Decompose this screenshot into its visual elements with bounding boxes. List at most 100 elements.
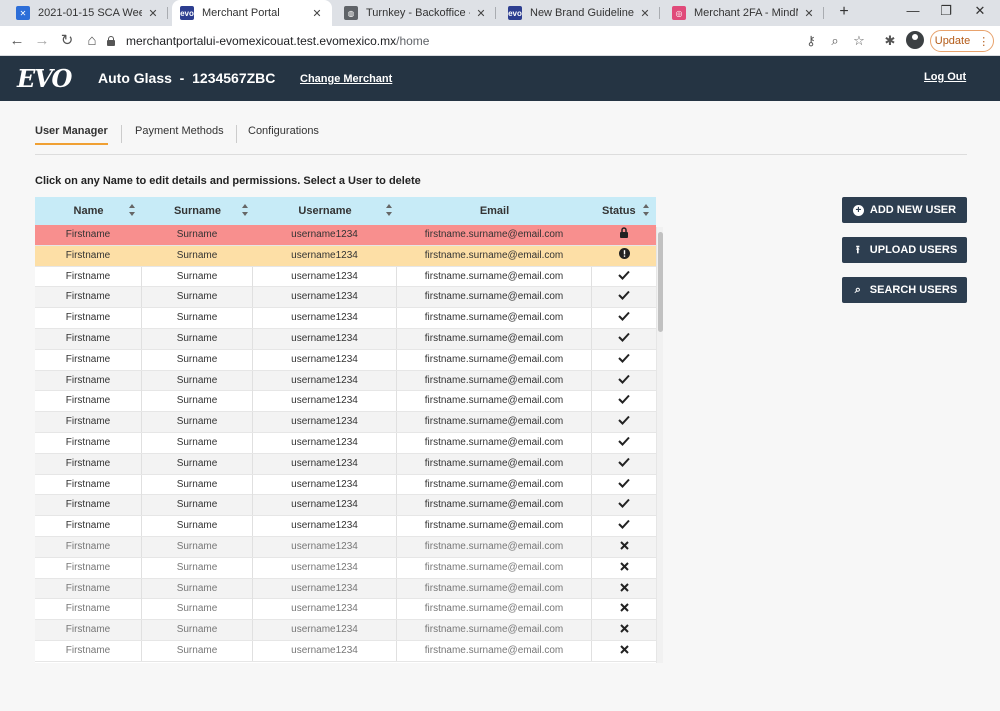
maximize-icon[interactable]: ❐: [936, 3, 956, 19]
name-cell[interactable]: Firstname: [35, 620, 142, 641]
browser-tab[interactable]: ◎ Merchant 2FA - MindMeiste ✕: [664, 0, 824, 26]
surname-cell: Surname: [142, 370, 253, 391]
browser-tab[interactable]: evo Merchant Portal ✕: [172, 0, 332, 26]
table-row[interactable]: Firstname Surname username1234 firstname.su…: [35, 578, 656, 600]
table-row[interactable]: Firstname Surname username1234 firstname.su…: [35, 474, 656, 496]
url-path: /home: [396, 34, 430, 48]
sort-icon[interactable]: [129, 204, 135, 218]
table-row[interactable]: Firstname Surname username1234 firstname.su…: [35, 641, 656, 662]
status-cell: [592, 350, 656, 370]
tab-title: 2021-01-15 SCA Weekly Me: [38, 7, 142, 19]
table-row[interactable]: Firstname Surname username1234 firstname.su…: [35, 349, 656, 371]
new-tab-button[interactable]: +: [835, 3, 853, 21]
name-cell[interactable]: Firstname: [35, 578, 142, 599]
logout-link[interactable]: Log Out: [924, 71, 966, 83]
table-row[interactable]: Firstname Surname username1234 firstname.su…: [35, 537, 656, 558]
name-cell[interactable]: Firstname: [35, 287, 142, 308]
name-cell[interactable]: Firstname: [35, 495, 142, 516]
name-cell[interactable]: Firstname: [35, 557, 142, 578]
table-row[interactable]: Firstname Surname username1234 firstname.su…: [35, 370, 656, 392]
surname-cell: Surname: [142, 537, 253, 557]
extensions-icon[interactable]: ✱: [882, 33, 898, 49]
table-row[interactable]: Firstname Surname username1234 firstname.su…: [35, 557, 656, 579]
tab-close-icon[interactable]: ✕: [474, 7, 488, 20]
minimize-icon[interactable]: —: [903, 3, 923, 18]
name-cell[interactable]: Firstname: [35, 599, 142, 620]
column-header-name[interactable]: Name: [35, 197, 142, 225]
change-merchant-link[interactable]: Change Merchant: [300, 73, 392, 85]
name-cell[interactable]: Firstname: [35, 266, 142, 287]
forward-icon[interactable]: →: [33, 32, 51, 50]
table-row[interactable]: Firstname Surname username1234 firstname.su…: [35, 516, 656, 537]
search-users-button[interactable]: ⌕ SEARCH USERS: [842, 277, 967, 303]
tab-close-icon[interactable]: ✕: [146, 7, 160, 20]
tab-payment-methods[interactable]: Payment Methods: [135, 125, 224, 143]
tab-configurations[interactable]: Configurations: [248, 125, 319, 143]
window-close-icon[interactable]: ✕: [970, 3, 990, 19]
key-icon[interactable]: ⚷: [803, 33, 819, 49]
tab-close-icon[interactable]: ✕: [638, 7, 652, 20]
name-cell[interactable]: Firstname: [35, 391, 142, 412]
table-row[interactable]: Firstname Surname username1234 firstname.su…: [35, 495, 656, 517]
name-cell[interactable]: Firstname: [35, 412, 142, 433]
name-cell[interactable]: Firstname: [35, 453, 142, 474]
tab-separator: [167, 7, 168, 19]
table-row[interactable]: Firstname Surname username1234 firstname.su…: [35, 308, 656, 329]
name-cell[interactable]: Firstname: [35, 433, 142, 453]
name-cell[interactable]: Firstname: [35, 225, 142, 245]
sort-icon[interactable]: [242, 204, 248, 218]
table-row[interactable]: Firstname Surname username1234 firstname.su…: [35, 391, 656, 413]
update-button[interactable]: Update ⋮: [930, 30, 994, 52]
table-row[interactable]: Firstname Surname username1234 firstname.su…: [35, 245, 656, 267]
sort-icon[interactable]: [643, 204, 649, 218]
tab-close-icon[interactable]: ✕: [802, 7, 816, 20]
name-cell[interactable]: Firstname: [35, 537, 142, 557]
email-cell: firstname.surname@email.com: [397, 287, 592, 308]
home-icon[interactable]: ⌂: [83, 32, 101, 50]
table-row[interactable]: Firstname Surname username1234 firstname.su…: [35, 225, 656, 246]
browser-tab[interactable]: evo New Brand Guidelines ✕: [500, 0, 660, 26]
username-cell: username1234: [253, 412, 397, 433]
name-cell[interactable]: Firstname: [35, 308, 142, 329]
back-icon[interactable]: ←: [8, 32, 26, 50]
table-row[interactable]: Firstname Surname username1234 firstname.su…: [35, 412, 656, 433]
scrollbar-thumb[interactable]: [658, 232, 663, 332]
email-cell: firstname.surname@email.com: [397, 557, 592, 578]
tab-close-icon[interactable]: ✕: [310, 7, 324, 20]
name-cell[interactable]: Firstname: [35, 349, 142, 370]
status-cell: [592, 599, 656, 619]
upload-users-button[interactable]: ⭱ UPLOAD USERS: [842, 237, 967, 263]
name-cell[interactable]: Firstname: [35, 516, 142, 537]
profile-avatar[interactable]: [906, 31, 924, 49]
omnibox[interactable]: merchantportalui-evomexicouat.test.evome…: [106, 29, 876, 53]
status-cell: [592, 246, 656, 266]
table-row[interactable]: Firstname Surname username1234 firstname.su…: [35, 620, 656, 641]
username-cell: username1234: [291, 249, 358, 261]
x-icon: [619, 624, 629, 636]
star-icon[interactable]: ☆: [851, 33, 867, 49]
surname-cell: Surname: [142, 349, 253, 370]
name-cell[interactable]: Firstname: [35, 246, 142, 266]
name-cell[interactable]: Firstname: [35, 474, 142, 495]
table-row[interactable]: Firstname Surname username1234 firstname.su…: [35, 599, 656, 621]
tab-user-manager[interactable]: User Manager: [35, 125, 108, 145]
table-scrollbar[interactable]: [656, 227, 663, 663]
browser-tab[interactable]: ◍ Turnkey - Backoffice - Ui ✕: [336, 0, 496, 26]
name-cell[interactable]: Firstname: [35, 370, 142, 391]
column-header-username[interactable]: Username: [253, 197, 397, 225]
table-row[interactable]: Firstname Surname username1234 firstname.su…: [35, 287, 656, 309]
sort-icon[interactable]: [386, 204, 392, 218]
reload-icon[interactable]: ↻: [58, 32, 76, 50]
column-label: Name: [73, 205, 104, 217]
table-row[interactable]: Firstname Surname username1234 firstname.su…: [35, 433, 656, 454]
table-row[interactable]: Firstname Surname username1234 firstname.su…: [35, 266, 656, 288]
surname-cell: Surname: [176, 229, 218, 240]
browser-tab[interactable]: ✕ 2021-01-15 SCA Weekly Me ✕: [8, 0, 168, 26]
name-cell[interactable]: Firstname: [35, 641, 142, 661]
add-new-user-button[interactable]: + ADD NEW USER: [842, 197, 967, 223]
column-header-surname[interactable]: Surname: [142, 197, 253, 225]
name-cell[interactable]: Firstname: [35, 329, 142, 349]
zoom-icon[interactable]: ⌕: [827, 33, 843, 49]
table-row[interactable]: Firstname Surname username1234 firstname.su…: [35, 453, 656, 475]
table-row[interactable]: Firstname Surname username1234 firstname.su…: [35, 329, 656, 350]
